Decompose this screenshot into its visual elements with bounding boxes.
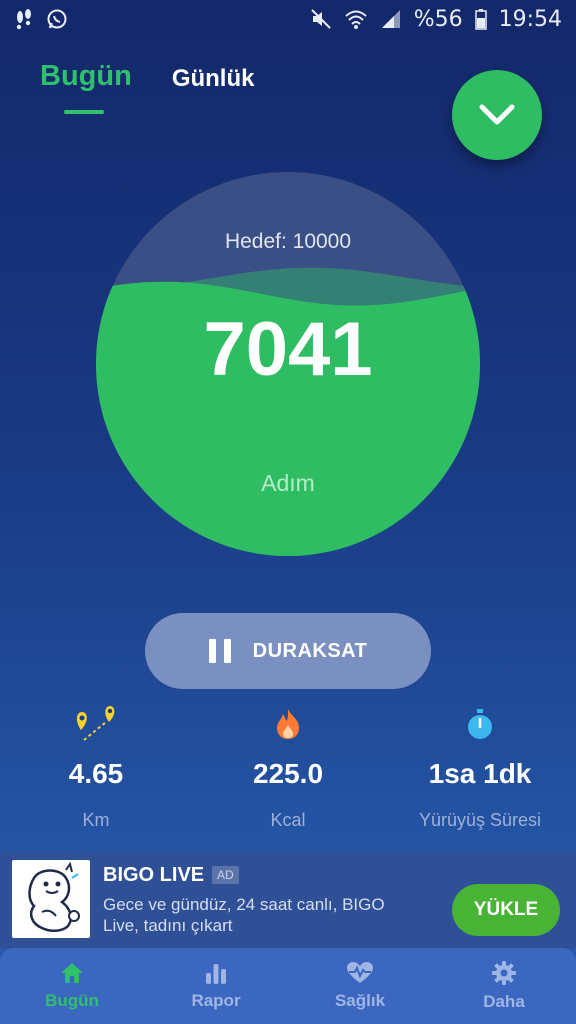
nav-item-report[interactable]: Rapor (144, 948, 288, 1024)
top-tabs: Bugün Günlük (40, 60, 254, 93)
bigo-mascot-icon (28, 861, 80, 932)
whatsapp-icon (47, 9, 67, 29)
ad-thumbnail[interactable] (12, 860, 90, 938)
wifi-icon (345, 10, 367, 29)
ad-banner[interactable]: BIGO LIVE AD Gece ve gündüz, 24 saat can… (0, 852, 576, 948)
stat-distance-value: 4.65 (68, 758, 124, 789)
status-bar: %56 19:54 (0, 0, 576, 38)
clock: 19:54 (498, 6, 562, 32)
home-icon (61, 963, 83, 983)
ad-badge: AD (212, 866, 239, 884)
flame-icon (277, 709, 299, 739)
pause-button[interactable]: DURAKSAT (145, 613, 431, 689)
battery-icon (474, 9, 487, 30)
stat-calories-label: Kcal (270, 810, 306, 830)
ad-title: BIGO LIVE (103, 864, 205, 886)
stat-calories-value: 225.0 (252, 758, 324, 789)
battery-percent: %56 (413, 6, 463, 32)
bottom-nav: Bugün Rapor Sağlık Daha (0, 948, 576, 1024)
nav-item-label: Sağlık (334, 991, 386, 1010)
ad-install-button[interactable]: YÜKLE (452, 884, 560, 936)
stat-distance-label: Km (82, 810, 110, 830)
stat-walk-time-label: Yürüyüş Süresi (418, 810, 542, 830)
stats-row: 4.65 Km 225.0 Kcal 1sa 1dk Yürüyüş Süres… (0, 700, 576, 840)
heart-pulse-icon (347, 962, 373, 983)
stat-distance: 4.65 Km (0, 700, 192, 831)
steps-icon (16, 9, 31, 30)
bar-chart-icon (206, 964, 226, 984)
tab-daily[interactable]: Günlük (172, 65, 255, 93)
distance-icon (76, 706, 115, 741)
signal-icon (381, 10, 400, 28)
mute-icon (310, 9, 331, 29)
tab-today[interactable]: Bugün (40, 60, 132, 93)
nav-item-health[interactable]: Sağlık (288, 948, 432, 1024)
stat-walk-time: 1sa 1dk Yürüyüş Süresi (384, 700, 576, 831)
expand-button[interactable] (452, 70, 542, 160)
active-tab-indicator (64, 110, 104, 114)
nav-item-label: Rapor (191, 991, 241, 1010)
pause-icon (208, 639, 231, 663)
stat-calories: 225.0 Kcal (192, 700, 384, 831)
chevron-down-icon (479, 104, 515, 125)
nav-item-today[interactable]: Bugün (0, 948, 144, 1024)
nav-item-label: Bugün (45, 991, 99, 1010)
stat-walk-time-value: 1sa 1dk (428, 758, 532, 789)
step-count-label: Adım (261, 470, 315, 496)
nav-item-more[interactable]: Daha (432, 948, 576, 1024)
step-count: 7041 (203, 307, 373, 392)
gear-icon (492, 961, 516, 985)
nav-item-label: Daha (483, 992, 525, 1011)
pause-button-label: DURAKSAT (252, 639, 368, 662)
stopwatch-icon (468, 709, 492, 739)
goal-text: Hedef: 10000 (224, 230, 352, 253)
ad-description: Gece ve gündüz, 24 saat canlı, BIGO Live… (103, 895, 385, 935)
